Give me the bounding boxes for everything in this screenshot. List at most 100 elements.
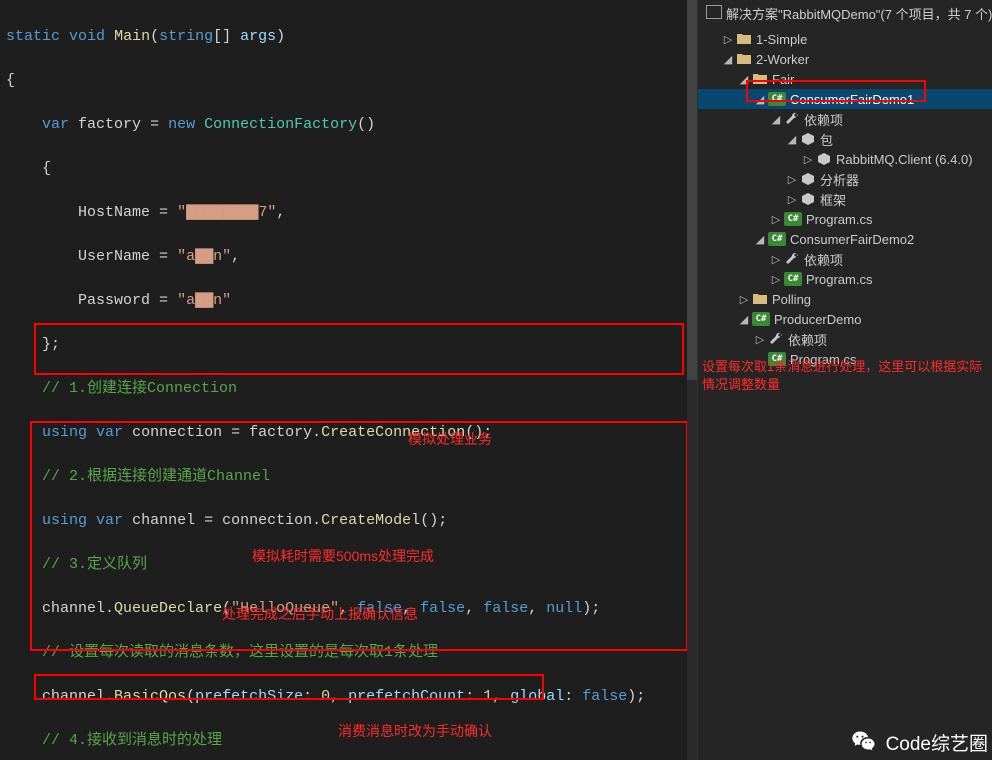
tree-item-label: 依赖项 <box>804 110 843 129</box>
keyword: false <box>582 688 627 705</box>
keyword: static <box>6 28 60 45</box>
method-name: Main <box>114 28 150 45</box>
solution-tree[interactable]: ▷1-Simple◢2-Worker◢Fair◢C#ConsumerFairDe… <box>698 27 992 371</box>
chevron-icon[interactable]: ◢ <box>770 113 782 126</box>
keyword: var <box>42 116 69 133</box>
keyword: var <box>96 512 123 529</box>
keyword: null <box>546 600 582 617</box>
tree-item-label: Polling <box>772 292 811 307</box>
tree-item[interactable]: ◢C# ProducerDemo <box>698 309 992 329</box>
keyword: false <box>357 600 402 617</box>
type: string <box>159 28 213 45</box>
chevron-icon[interactable]: ◢ <box>754 93 766 106</box>
method: CreateModel <box>321 512 420 529</box>
wrench-icon <box>784 111 800 127</box>
wrench-icon <box>784 251 800 267</box>
wechat-icon <box>850 728 878 756</box>
tree-item[interactable]: ▷ 分析器 <box>698 169 992 189</box>
chevron-icon[interactable]: ◢ <box>738 313 750 326</box>
tree-item-label: 依赖项 <box>804 250 843 269</box>
solution-explorer[interactable]: 解决方案"RabbitMQDemo"(7 个项目，共 7 个) ▷1-Simpl… <box>697 0 992 760</box>
param-name: prefetchSize <box>195 688 303 705</box>
pkg-icon <box>816 151 832 167</box>
tree-item-label: ConsumerFairDemo1 <box>790 92 914 107</box>
param: args <box>240 28 276 45</box>
chevron-icon[interactable]: ▷ <box>786 193 798 206</box>
comment: // 1.创建连接Connection <box>42 380 237 397</box>
tree-item[interactable]: ◢C#ConsumerFairDemo1 <box>698 89 992 109</box>
keyword: var <box>96 424 123 441</box>
pkg-icon <box>800 191 816 207</box>
chevron-icon[interactable]: ▷ <box>754 333 766 346</box>
identifier: channel <box>42 688 105 705</box>
tree-item[interactable]: ◢ 2-Worker <box>698 49 992 69</box>
chevron-icon[interactable]: ▷ <box>770 253 782 266</box>
identifier: factory <box>78 116 141 133</box>
tree-item[interactable]: ◢C#ConsumerFairDemo2 <box>698 229 992 249</box>
string-literal: "▇▇▇▇▇▇▇▇7" <box>177 204 276 221</box>
tree-item[interactable]: ▷1-Simple <box>698 29 992 49</box>
tree-item-label: ConsumerFairDemo2 <box>790 232 914 247</box>
pkg-icon <box>800 171 816 187</box>
property: Password <box>78 292 150 309</box>
tree-item[interactable]: ▷ 依赖项 <box>698 249 992 269</box>
chevron-icon[interactable]: ◢ <box>722 53 734 66</box>
cs-icon: C# <box>752 312 770 326</box>
comment: // 4.接收到消息时的处理 <box>42 732 222 749</box>
chevron-icon[interactable]: ◢ <box>754 233 766 246</box>
tree-item[interactable]: ▷ 依赖项 <box>698 329 992 349</box>
method: CreateConnection <box>321 424 465 441</box>
annotation-right: 设置每次取1条消息进行处理，这里可以根据实际情况调整数量 <box>702 358 988 394</box>
literal: 0 <box>321 688 330 705</box>
chevron-icon[interactable]: ▷ <box>722 33 734 46</box>
comment: // 设置每次读取的消息条数，这里设置的是每次取1条处理 <box>42 644 438 661</box>
tree-item[interactable]: ▷ RabbitMQ.Client (6.4.0) <box>698 149 992 169</box>
chevron-icon[interactable]: ▷ <box>770 273 782 286</box>
tree-item-label: 2-Worker <box>756 52 809 67</box>
keyword: void <box>69 28 105 45</box>
solution-title[interactable]: 解决方案"RabbitMQDemo"(7 个项目，共 7 个) <box>698 0 992 27</box>
keyword: new <box>168 116 195 133</box>
chevron-icon[interactable]: ◢ <box>786 133 798 146</box>
keyword: using <box>42 424 87 441</box>
keyword: false <box>483 600 528 617</box>
string-literal: "HelloQueue" <box>231 600 339 617</box>
identifier: channel <box>132 512 195 529</box>
tree-item[interactable]: ▷ Polling <box>698 289 992 309</box>
folder-icon <box>752 71 768 87</box>
tree-item-label: 框架 <box>820 190 846 209</box>
chevron-icon[interactable]: ▷ <box>802 153 814 166</box>
identifier: channel <box>42 600 105 617</box>
tree-item-label: RabbitMQ.Client (6.4.0) <box>836 152 973 167</box>
tree-item-label: 分析器 <box>820 170 859 189</box>
string-literal: "a▇▇n" <box>177 292 231 309</box>
tree-item[interactable]: ▷ 框架 <box>698 189 992 209</box>
cs-icon: C# <box>784 212 802 226</box>
channel-text: Code综艺圈 <box>886 729 988 756</box>
tree-item[interactable]: ◢包 <box>698 129 992 149</box>
tree-item[interactable]: ▷C# Program.cs <box>698 209 992 229</box>
channel-watermark: Code综艺圈 <box>850 728 988 756</box>
chevron-icon[interactable]: ▷ <box>786 173 798 186</box>
keyword: false <box>420 600 465 617</box>
method: QueueDeclare <box>114 600 222 617</box>
tree-item-label: 包 <box>820 130 833 149</box>
tree-item-label: Program.cs <box>806 212 872 227</box>
param-name: global <box>510 688 564 705</box>
code-editor[interactable]: static void Main(string[] args) { var fa… <box>0 0 697 760</box>
type: ConnectionFactory <box>204 116 357 133</box>
chevron-icon[interactable]: ◢ <box>738 73 750 86</box>
param-name: prefetchCount <box>348 688 465 705</box>
tree-item[interactable]: ▷C#Program.cs <box>698 269 992 289</box>
chevron-icon[interactable]: ▷ <box>738 293 750 306</box>
tree-item-label: 依赖项 <box>788 330 827 349</box>
tree-item-label: ProducerDemo <box>774 312 861 327</box>
tree-item[interactable]: ◢Fair <box>698 69 992 89</box>
pkg-icon <box>800 131 816 147</box>
tree-item[interactable]: ◢ 依赖项 <box>698 109 992 129</box>
property: UserName <box>78 248 150 265</box>
editor-scrollbar[interactable] <box>687 0 697 760</box>
chevron-icon[interactable]: ▷ <box>770 213 782 226</box>
keyword: using <box>42 512 87 529</box>
scroll-thumb[interactable] <box>687 0 697 380</box>
